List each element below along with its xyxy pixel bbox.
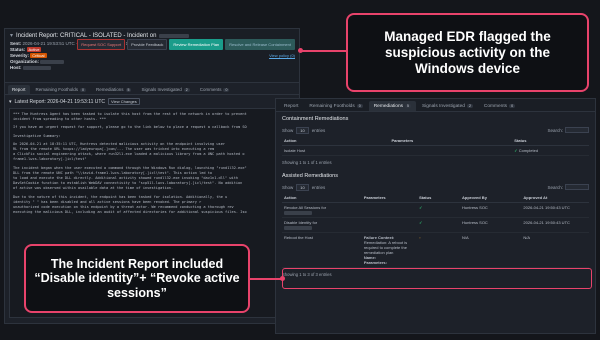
assisted-title: Assisted Remediations: [282, 173, 338, 179]
containment-controls: Show 10 entries Search:: [276, 124, 595, 136]
tab-remaining-footholds[interactable]: Remaining Footholds 0: [304, 101, 367, 111]
callout-incident-report: The Incident Report included “Disable id…: [24, 244, 250, 313]
table-row: Disable Identity for ✓ Huntress SOC 2026…: [282, 217, 589, 233]
assisted-controls: Show 10 entries Search:: [276, 181, 595, 193]
latest-report-header: ▾ Latest Report: 2026-04-21 19:53:11 UTC…: [9, 98, 295, 105]
callout-edr-flag: Managed EDR flagged the suspicious activ…: [346, 13, 589, 92]
request-soc-support-button[interactable]: Request SOC Support: [77, 39, 126, 50]
tab-remediations[interactable]: Remediations 5: [368, 101, 416, 111]
containment-title: Containment Remediations: [282, 116, 349, 122]
connector-line: [250, 278, 282, 280]
view-changes-button[interactable]: View Changes: [108, 98, 140, 105]
table-row: Revoke All Sessions for ✓ Huntress SOC 2…: [282, 202, 589, 218]
containment-footer: Showing 1 to 1 of 1 entries: [282, 160, 332, 165]
status-badge: Active: [26, 47, 42, 52]
view-policy-link[interactable]: View policy (0): [269, 53, 295, 58]
entries-select[interactable]: 10: [296, 126, 309, 134]
tab-report[interactable]: Report: [8, 85, 30, 94]
review-remediation-plan-button[interactable]: Review Remediation Plan: [169, 39, 224, 50]
check-icon: ✓: [419, 205, 423, 210]
chevron-down-icon[interactable]: ▾: [9, 99, 12, 105]
tab-signals-investigated[interactable]: Signals Investigated 2: [137, 85, 193, 94]
pending-icon: ▫: [419, 235, 421, 240]
remediations-window: Report Remaining Footholds 0 Remediations…: [275, 98, 596, 334]
provide-feedback-button[interactable]: Provide Feedback: [127, 39, 168, 50]
incident-tabs: Report Remaining Footholds 0 Remediations…: [5, 83, 299, 95]
incident-actions: Request SOC Support Provide Feedback Rev…: [77, 39, 295, 50]
check-icon: ✓: [514, 148, 518, 153]
table-row: Isolate Host ✓ Completed: [282, 145, 589, 156]
containment-table: Action Parameters Status Isolate Host ✓ …: [282, 136, 589, 156]
entries-select[interactable]: 10: [296, 183, 309, 191]
search-input[interactable]: [565, 127, 589, 133]
tab-comments[interactable]: Comments 0: [196, 85, 234, 94]
incident-header: ▾ Incident Report: CRITICAL - ISOLATED -…: [5, 29, 299, 83]
remediation-tabs: Report Remaining Footholds 0 Remediations…: [276, 99, 595, 112]
connector-dot: [280, 276, 285, 281]
chevron-down-icon[interactable]: ▾: [10, 32, 13, 39]
connector-dot: [298, 48, 303, 53]
table-row: Reboot the Host Failure Context: Remediat…: [282, 232, 589, 268]
resolve-release-button[interactable]: Resolve and Release Containment: [225, 39, 295, 50]
tab-report[interactable]: Report: [279, 101, 303, 111]
tab-comments[interactable]: Comments 0: [479, 101, 520, 111]
tab-signals-investigated[interactable]: Signals Investigated 2: [417, 101, 478, 111]
check-icon: ✓: [419, 220, 423, 225]
redacted-hostname: [159, 33, 190, 38]
assisted-table: Action Parameters Status Approved By App…: [282, 193, 589, 268]
tab-remaining-footholds[interactable]: Remaining Footholds 0: [32, 85, 90, 94]
severity-badge: Critical: [30, 53, 47, 58]
tab-remediations[interactable]: Remediations 5: [92, 85, 135, 94]
connector-line: [300, 50, 346, 52]
incident-title: ▾ Incident Report: CRITICAL - ISOLATED -…: [10, 32, 294, 39]
search-input[interactable]: [565, 184, 589, 190]
highlight-box: [282, 268, 592, 289]
